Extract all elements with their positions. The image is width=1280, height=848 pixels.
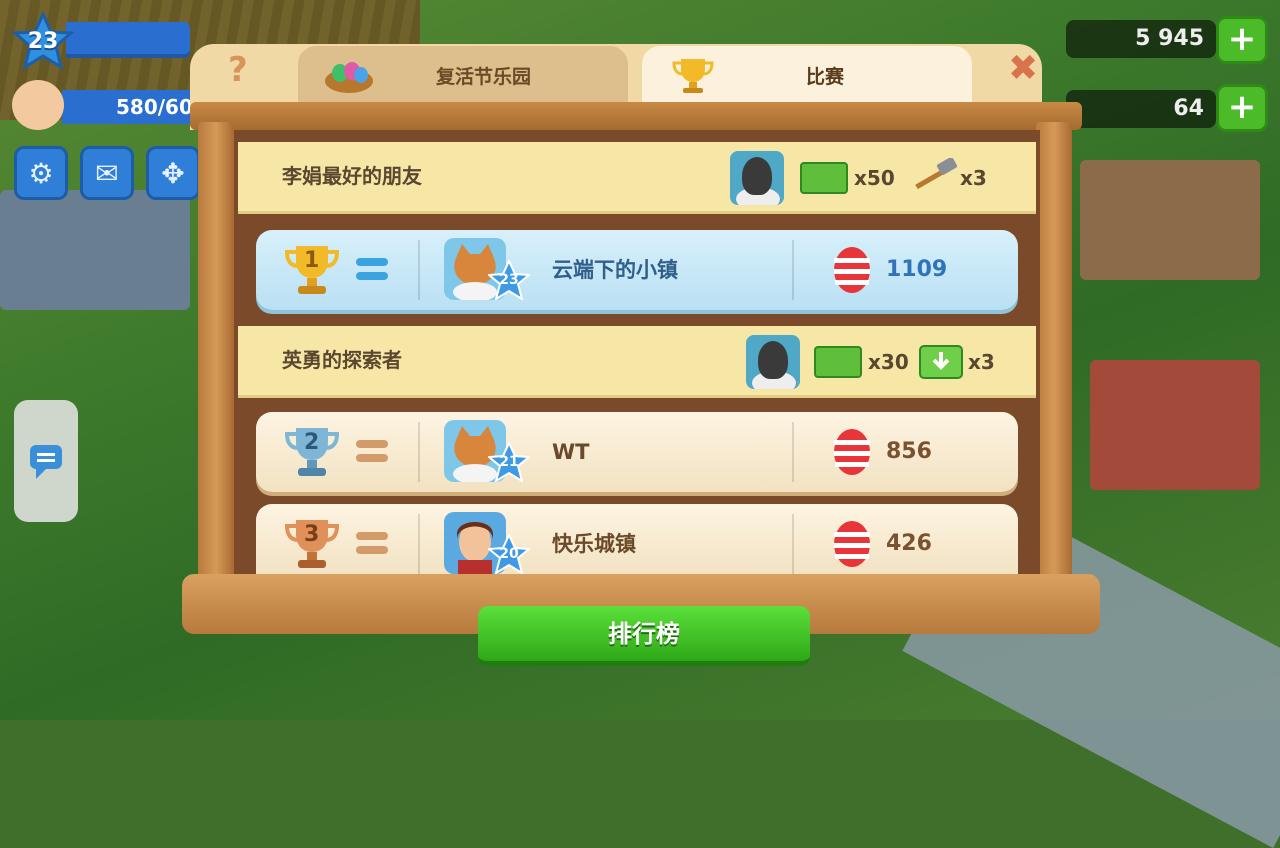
reward-cash: x30 <box>814 334 909 390</box>
population-icon <box>12 80 64 130</box>
level-badge[interactable]: 23 <box>12 12 74 70</box>
easter-egg-icon <box>834 521 870 567</box>
trophy-icon <box>672 59 714 93</box>
settings-button[interactable]: ⚙ <box>14 146 68 200</box>
tier-name: 李娟最好的朋友 <box>282 164 422 188</box>
xp-bar[interactable] <box>66 22 190 58</box>
rank-number: 1 <box>304 248 320 273</box>
building <box>0 190 190 310</box>
divider <box>418 514 420 574</box>
rank-unchanged-icon <box>356 440 388 464</box>
divider <box>792 240 794 300</box>
chat-button[interactable] <box>14 400 78 522</box>
reward-qty: x30 <box>868 350 909 374</box>
sheep-avatar-icon <box>746 335 800 389</box>
building <box>1080 160 1260 280</box>
contest-panel: ? 复活节乐园 比赛 ✖ 李娟最好的朋友 x50 x3 1 23 云端下的小镇 … <box>182 30 1100 636</box>
leaderboard-button[interactable]: 排行榜 <box>478 606 810 666</box>
level-star: 20 <box>486 532 532 576</box>
score-value: 426 <box>886 531 932 556</box>
level-number: 23 <box>499 272 519 288</box>
rank-unchanged-icon <box>356 532 388 556</box>
cash-icon <box>814 346 862 378</box>
easter-egg-icon <box>834 429 870 475</box>
population-bar[interactable]: 580/60 <box>62 90 202 124</box>
help-button[interactable]: ? <box>228 50 248 90</box>
gear-icon: ⚙ <box>28 156 54 190</box>
chat-bubble-icon <box>30 445 62 479</box>
add-coins-button[interactable]: + <box>1216 16 1268 64</box>
leaderboard-row[interactable]: 2 21 WT 856 <box>256 412 1018 492</box>
tier-name: 英勇的探索者 <box>282 348 402 372</box>
score-value: 1109 <box>886 257 948 282</box>
divider <box>792 422 794 482</box>
tab-easter-park[interactable]: 复活节乐园 <box>298 46 628 104</box>
reward-tier: 英勇的探索者 x30 x3 <box>238 326 1036 398</box>
town-name: WT <box>552 440 590 464</box>
reward-qty: x50 <box>854 166 895 190</box>
sheep-avatar-icon <box>730 151 784 205</box>
cash-icon <box>800 162 848 194</box>
reward-tier: 李娟最好的朋友 x50 x3 <box>238 142 1036 214</box>
reward-hammer: x3 <box>908 150 987 206</box>
reward-sheep <box>730 150 784 206</box>
wood-plank <box>190 102 1082 130</box>
reward-ticket: x3 <box>918 334 995 390</box>
rank-unchanged-icon <box>356 258 388 282</box>
level-star: 23 <box>486 258 532 302</box>
download-ticket-icon <box>919 345 963 379</box>
divider <box>418 240 420 300</box>
reward-cash: x50 <box>800 150 895 206</box>
close-icon: ✖ <box>1008 48 1039 89</box>
rank-number: 2 <box>304 430 320 455</box>
tab-label: 比赛 <box>806 65 845 88</box>
building <box>1090 360 1260 490</box>
divider <box>418 422 420 482</box>
town-name: 云端下的小镇 <box>552 258 678 282</box>
leaderboard-row[interactable]: 1 23 云端下的小镇 1109 <box>256 230 1018 310</box>
rank-number: 3 <box>304 522 320 547</box>
tab-contest[interactable]: 比赛 <box>642 46 972 104</box>
wood-post <box>198 122 234 590</box>
tab-label: 复活节乐园 <box>436 65 532 88</box>
reward-qty: x3 <box>960 166 987 190</box>
close-button[interactable]: ✖ <box>1008 48 1038 89</box>
reward-sheep <box>746 334 800 390</box>
divider <box>792 514 794 574</box>
hammer-icon <box>915 158 958 190</box>
score-value: 856 <box>886 439 932 464</box>
level-star: 21 <box>486 440 532 484</box>
level-number: 20 <box>499 546 519 562</box>
level-number: 23 <box>27 29 59 54</box>
level-number: 21 <box>499 454 519 470</box>
leaderboard-row[interactable]: 3 20 快乐城镇 426 <box>256 504 1018 576</box>
mail-button[interactable]: ✉ <box>80 146 134 200</box>
easter-basket-icon <box>325 62 373 93</box>
mail-icon: ✉ <box>95 156 119 190</box>
wood-post <box>1036 122 1072 590</box>
town-name: 快乐城镇 <box>552 532 636 556</box>
add-cash-button[interactable]: + <box>1216 84 1268 132</box>
easter-egg-icon <box>834 247 870 293</box>
reward-qty: x3 <box>968 350 995 374</box>
